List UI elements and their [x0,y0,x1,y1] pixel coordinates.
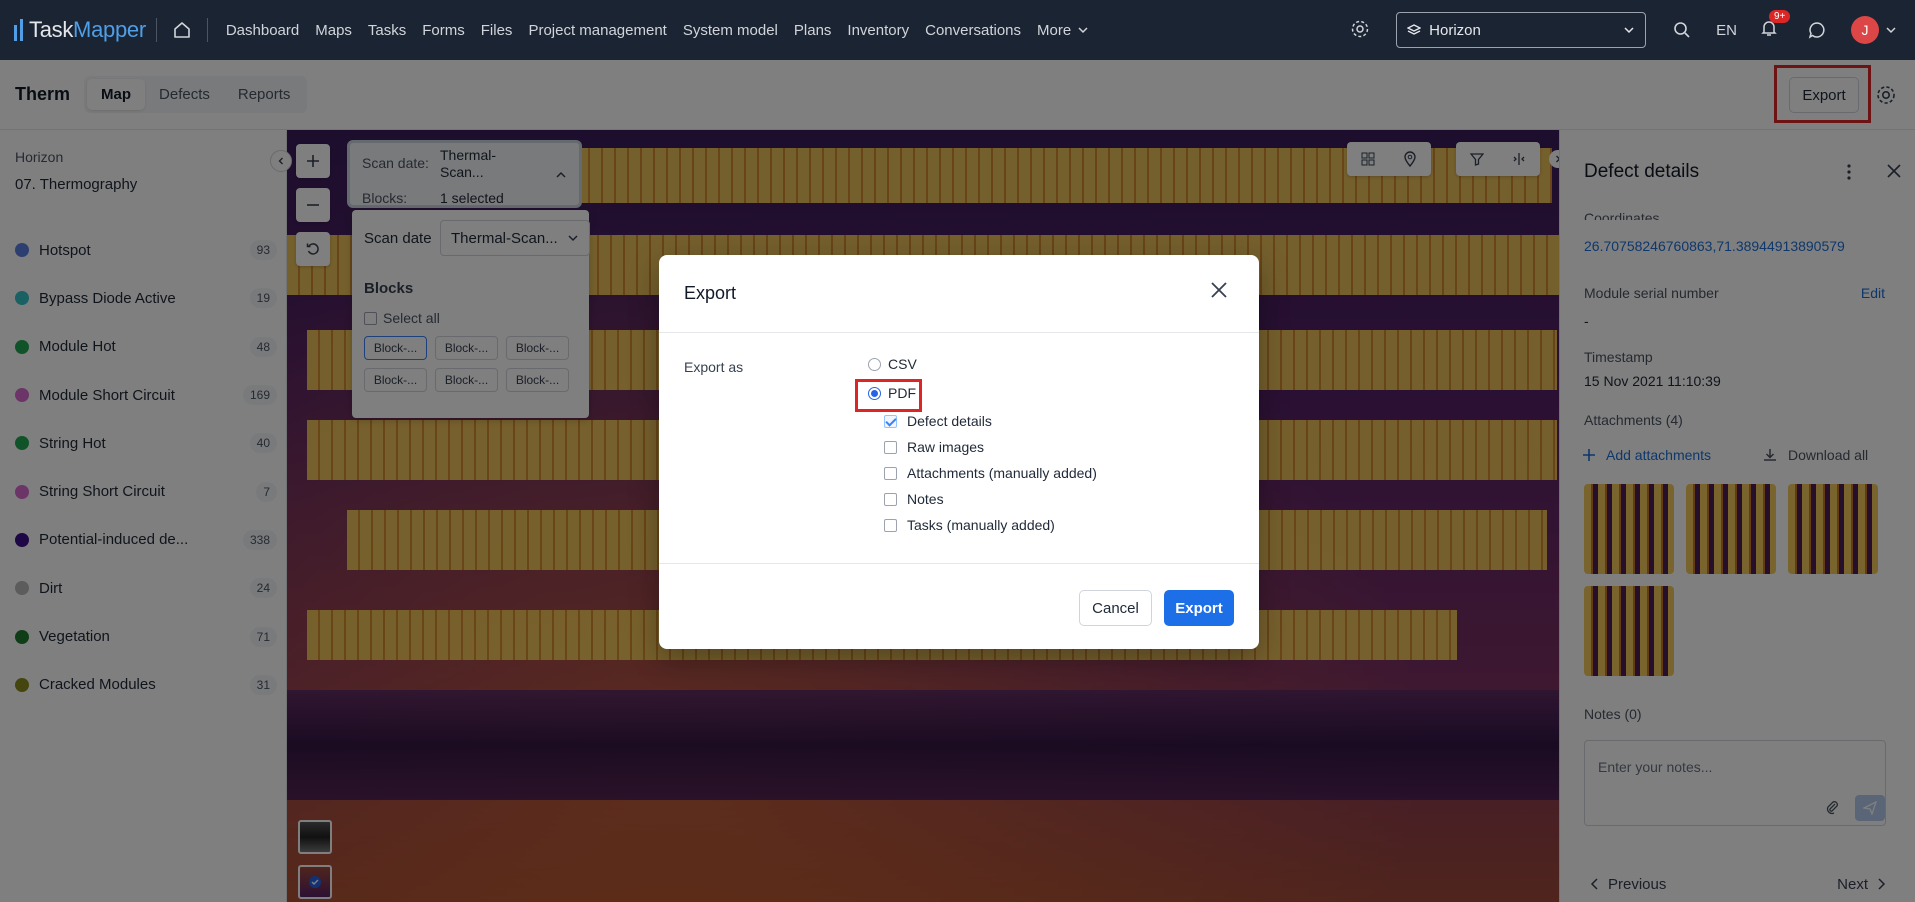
nav-item-files[interactable]: Files [481,22,513,39]
checkbox[interactable] [884,466,897,480]
chevron-down-icon [1624,27,1634,34]
radio-button[interactable] [868,357,881,371]
checkbox[interactable] [884,440,897,454]
pdf-option-checkbox[interactable]: Notes [884,491,944,507]
nav-item-tasks[interactable]: Tasks [368,22,406,39]
notifications-bell-icon[interactable]: 9+ [1759,10,1791,42]
language-switcher[interactable]: EN [1716,22,1737,39]
pdf-option-checkbox[interactable]: Tasks (manually added) [884,517,1055,533]
nav-more-menu[interactable]: More [1037,22,1089,39]
workspace-select[interactable]: Horizon [1396,12,1647,48]
export-dialog: Export Export as CSV PDF Defect details Ra… [659,255,1259,649]
nav-item-dashboard[interactable]: Dashboard [226,22,299,39]
main-nav: Dashboard Maps Tasks Forms Files Project mana… [218,22,1029,39]
search-icon[interactable] [1670,18,1694,42]
notification-badge: 9+ [1769,10,1791,23]
confirm-export-button[interactable]: Export [1164,590,1234,626]
pdf-option-checkbox[interactable]: Raw images [884,439,984,455]
nav-item-inventory[interactable]: Inventory [847,22,909,39]
nav-item-plans[interactable]: Plans [794,22,832,39]
workspace-name: Horizon [1429,21,1481,39]
nav-item-forms[interactable]: Forms [422,22,465,39]
format-option-csv[interactable]: CSV [868,356,917,372]
dialog-header: Export [659,255,1259,333]
pdf-option-checkbox[interactable]: Defect details [884,413,992,429]
dialog-footer: Cancel Export [659,563,1259,649]
nav-item-maps[interactable]: Maps [315,22,352,39]
chat-bubble-icon[interactable] [1805,18,1829,42]
nav-item-system-model[interactable]: System model [683,22,778,39]
nav-item-conversations[interactable]: Conversations [925,22,1021,39]
top-navbar: Task Mapper Dashboard Maps Tasks Forms Files P… [0,0,1915,60]
export-as-label: Export as [684,359,744,375]
highlight-box [855,379,922,412]
home-icon[interactable] [171,19,193,41]
chevron-down-icon[interactable] [1885,24,1897,36]
logo-icon [14,19,23,41]
close-icon[interactable] [1210,281,1230,301]
nav-divider [155,18,157,42]
checkbox[interactable] [884,492,897,506]
dialog-title: Export [684,283,737,303]
chevron-down-icon [1078,27,1088,34]
nav-divider [206,18,208,42]
checkbox[interactable] [884,414,897,428]
settings-gear-icon[interactable] [1350,19,1372,41]
user-avatar[interactable]: J [1851,16,1879,44]
cancel-button[interactable]: Cancel [1079,590,1152,626]
app-logo[interactable]: Task Mapper [14,17,146,43]
layers-icon [1407,24,1422,35]
checkbox[interactable] [884,518,897,532]
nav-item-project-management[interactable]: Project management [528,22,666,39]
pdf-option-checkbox[interactable]: Attachments (manually added) [884,465,1097,481]
